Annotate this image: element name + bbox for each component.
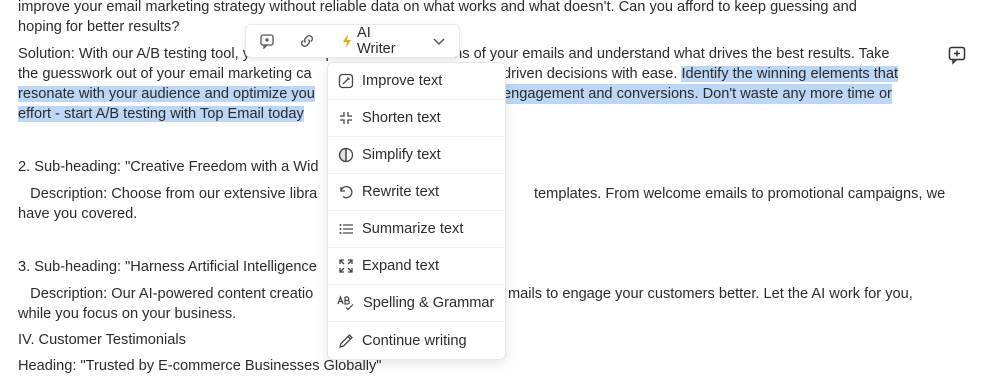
comment-plus-icon xyxy=(259,33,275,49)
summarize-icon xyxy=(338,221,354,237)
rewrite-icon xyxy=(338,184,354,200)
menu-item-improve-text[interactable]: Improve text xyxy=(328,63,505,100)
selected-text: effort - start A/B testing with Top Emai… xyxy=(18,106,304,122)
selected-text: Identify the winning elements that xyxy=(681,66,899,82)
add-comment-side-button[interactable] xyxy=(947,45,967,65)
text-line: improve your email marketing strategy wi… xyxy=(18,0,857,15)
menu-item-continue-writing[interactable]: Continue writing xyxy=(328,322,505,359)
add-comment-button[interactable] xyxy=(256,25,278,57)
menu-item-label: Continue writing xyxy=(362,332,467,349)
text-line: effort - start A/B testing with Top Emai… xyxy=(18,104,304,124)
menu-item-expand-text[interactable]: Expand text xyxy=(328,248,505,285)
menu-item-label: Rewrite text xyxy=(362,184,440,200)
text-line: resonate with your audience and optimize… xyxy=(18,84,892,104)
menu-item-label: Expand text xyxy=(362,258,440,274)
selected-text: resonate with your audience and optimize… xyxy=(18,86,315,102)
text-fragment: driven decisions with ease. Identify the… xyxy=(503,66,899,82)
spelling-icon xyxy=(337,295,355,311)
insert-link-button[interactable] xyxy=(296,25,318,57)
ai-writer-button[interactable]: AI Writer xyxy=(341,25,411,57)
text-line: IV. Customer Testimonials xyxy=(18,332,186,348)
menu-item-label: Summarize text xyxy=(362,221,464,237)
pencil-icon xyxy=(338,333,354,349)
menu-item-summarize-text[interactable]: Summarize text xyxy=(328,211,505,248)
menu-item-label: Spelling & Grammar xyxy=(363,295,495,311)
menu-item-spelling-grammar[interactable]: Spelling & Grammar xyxy=(328,285,505,322)
shorten-icon xyxy=(338,110,354,126)
selected-text: engagement and conversions. Don't waste … xyxy=(503,84,892,104)
menu-item-label: Simplify text xyxy=(362,147,441,163)
text-line: Description: Our AI-powered content crea… xyxy=(18,286,913,302)
improve-icon xyxy=(338,73,354,89)
simplify-icon xyxy=(338,147,354,163)
chevron-down-icon xyxy=(432,36,446,46)
selection-toolbar: AI Writer xyxy=(245,24,460,58)
menu-item-label: Improve text xyxy=(362,73,443,89)
text-line: Heading: "Trusted by E-commerce Business… xyxy=(18,358,382,374)
text-line: 2. Sub-heading: "Creative Freedom with a… xyxy=(18,159,319,175)
ai-writer-dropdown-toggle[interactable] xyxy=(428,25,450,57)
menu-item-simplify-text[interactable]: Simplify text xyxy=(328,137,505,174)
expand-icon xyxy=(338,258,354,274)
text-line: while you focus on your business. xyxy=(18,306,237,322)
comment-plus-icon xyxy=(947,45,967,65)
menu-item-rewrite-text[interactable]: Rewrite text xyxy=(328,174,505,211)
lightning-icon xyxy=(341,33,353,49)
link-icon xyxy=(298,33,316,49)
text-line: hoping for better results? xyxy=(18,19,180,35)
menu-item-label: Shorten text xyxy=(362,110,441,126)
ai-writer-menu: Improve text Shorten text Simplify text … xyxy=(327,62,506,360)
text-line: 3. Sub-heading: "Harness Artificial Inte… xyxy=(18,259,317,275)
menu-item-shorten-text[interactable]: Shorten text xyxy=(328,100,505,137)
text-line: have you covered. xyxy=(18,206,138,222)
text-line: Description: Choose from our extensive l… xyxy=(18,186,946,202)
text-line: the guesswork out of your email marketin… xyxy=(18,66,899,82)
ai-writer-label: AI Writer xyxy=(357,25,396,57)
